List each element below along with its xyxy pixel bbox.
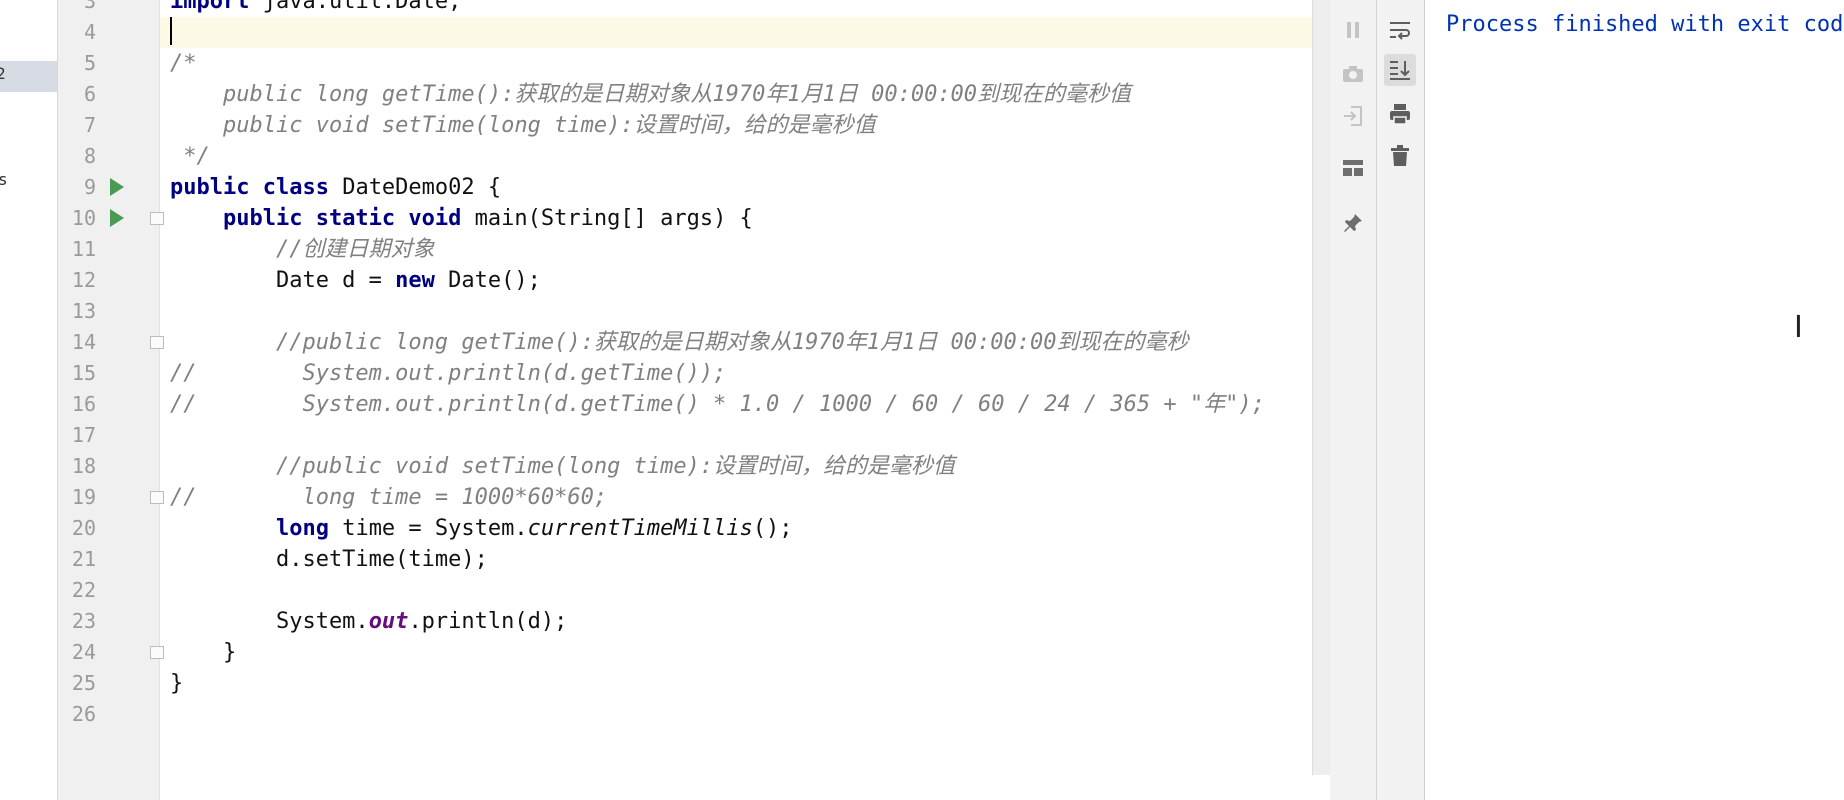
console-output-text: Process finished with exit code 0 (1446, 12, 1844, 37)
code-line[interactable]: // long time = 1000*60*60; (170, 482, 607, 513)
code-line[interactable]: public static void main(String[] args) { (170, 203, 753, 234)
line-number: 20 (71, 516, 96, 540)
line-number: 21 (71, 547, 96, 571)
code-line[interactable]: // System.out.println(d.getTime()); (170, 358, 726, 389)
line-number: 25 (71, 671, 96, 695)
console-output-panel[interactable]: Process finished with exit code 0 (1425, 0, 1844, 800)
code-line[interactable]: // System.out.println(d.getTime() * 1.0 … (170, 389, 1265, 420)
mouse-cursor-ibeam: I (1794, 310, 1803, 345)
line-number: 24 (71, 640, 96, 664)
scroll-to-end-icon[interactable] (1384, 54, 1416, 86)
trash-icon[interactable] (1384, 140, 1416, 172)
run-gutter-icon[interactable] (110, 178, 124, 196)
line-number: 12 (71, 268, 96, 292)
line-number: 3 (83, 0, 96, 13)
line-number: 23 (71, 609, 96, 633)
run-gutter-icon[interactable] (110, 209, 124, 227)
soft-wrap-icon[interactable] (1384, 14, 1416, 46)
code-line[interactable]: } (170, 637, 236, 668)
line-number: 26 (71, 702, 96, 726)
code-line[interactable]: long time = System.currentTimeMillis(); (170, 513, 793, 544)
line-number: 7 (83, 113, 96, 137)
code-line[interactable]: } (170, 668, 183, 699)
console-toolbar (1377, 0, 1425, 800)
code-line[interactable]: //创建日期对象 (170, 234, 435, 265)
code-line[interactable]: public void setTime(long time):设置时间，给的是毫… (170, 110, 876, 141)
editor-scrollbar[interactable] (1312, 0, 1330, 775)
fold-marker-icon[interactable] (150, 491, 164, 504)
fold-marker-icon[interactable] (150, 212, 164, 225)
line-number: 19 (71, 485, 96, 509)
fold-marker-icon[interactable] (150, 336, 164, 349)
line-number: 14 (71, 330, 96, 354)
line-number: 16 (71, 392, 96, 416)
project-tree-selected-row[interactable] (0, 61, 57, 92)
camera-icon[interactable] (1337, 58, 1369, 90)
layout-icon[interactable] (1337, 152, 1369, 184)
line-number: 5 (83, 51, 96, 75)
project-panel: 2 s (0, 0, 58, 800)
project-tree-fragment: 2 (0, 64, 6, 83)
current-line-highlight (160, 17, 1312, 48)
run-toolwindow-toolbar (1330, 0, 1377, 800)
line-number: 22 (71, 578, 96, 602)
fold-marker-icon[interactable] (150, 646, 164, 659)
print-icon[interactable] (1384, 98, 1416, 130)
project-tree-fragment: s (0, 170, 8, 189)
code-line[interactable]: //public void setTime(long time):设置时间，给的… (170, 451, 955, 482)
text-caret (170, 17, 172, 45)
code-line[interactable]: */ (170, 141, 210, 172)
line-number: 13 (71, 299, 96, 323)
line-number: 10 (71, 206, 96, 230)
code-line[interactable]: import java.util.Date; (170, 0, 461, 17)
code-line[interactable]: d.setTime(time); (170, 544, 488, 575)
code-line[interactable]: Date d = new Date(); (170, 265, 541, 296)
pause-icon[interactable] (1337, 14, 1369, 46)
line-number: 18 (71, 454, 96, 478)
line-number: 4 (83, 20, 96, 44)
line-number: 11 (71, 237, 96, 261)
pin-icon[interactable] (1337, 207, 1369, 239)
code-line[interactable]: public class DateDemo02 { (170, 172, 501, 203)
login-icon[interactable] (1337, 100, 1369, 132)
line-number: 15 (71, 361, 96, 385)
code-line[interactable]: System.out.println(d); (170, 606, 567, 637)
line-number: 17 (71, 423, 96, 447)
code-line[interactable]: public long getTime():获取的是日期对象从1970年1月1日… (170, 79, 1131, 110)
code-line[interactable]: //public long getTime():获取的是日期对象从1970年1月… (170, 327, 1189, 358)
line-number: 6 (83, 82, 96, 106)
line-number: 8 (83, 144, 96, 168)
code-line[interactable]: /* (170, 48, 197, 79)
line-number: 9 (83, 175, 96, 199)
